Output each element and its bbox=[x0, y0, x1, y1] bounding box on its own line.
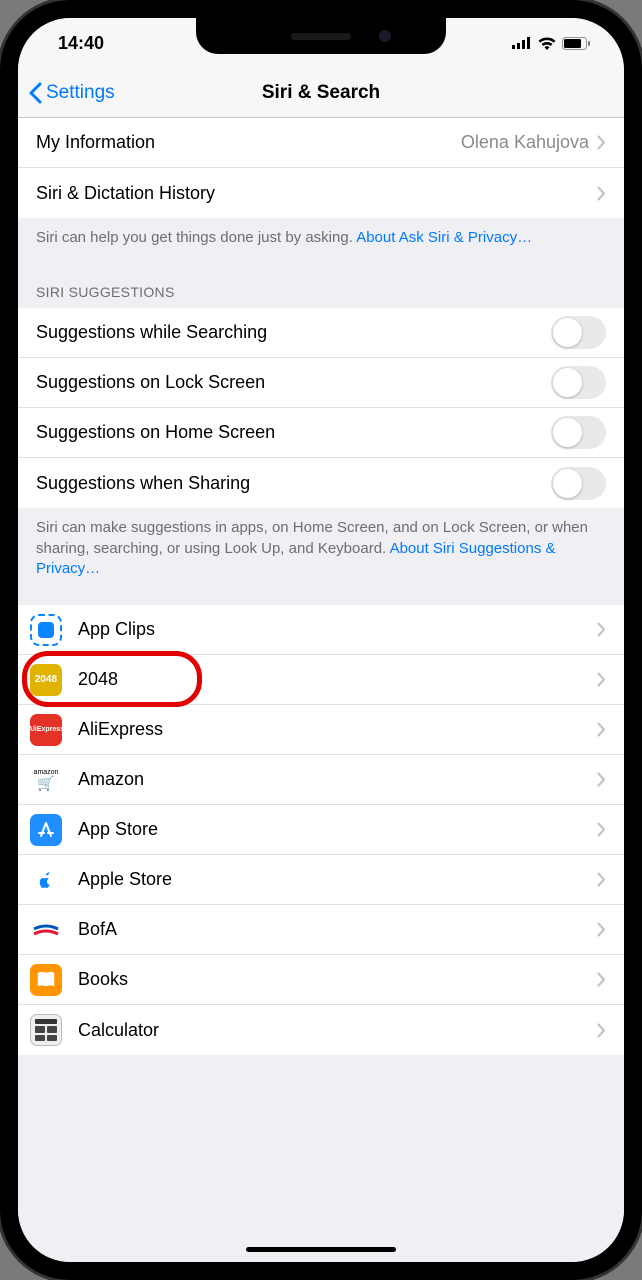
app-row-appclips[interactable]: App Clips bbox=[18, 605, 624, 655]
toggle-switch[interactable] bbox=[551, 467, 606, 500]
back-label: Settings bbox=[46, 82, 115, 104]
chevron-left-icon bbox=[28, 82, 42, 104]
toggle-switch[interactable] bbox=[551, 316, 606, 349]
app-row-apple[interactable]: Apple Store bbox=[18, 855, 624, 905]
ask-siri-footer-text: Siri can help you get things done just b… bbox=[36, 229, 356, 246]
app-row-label: Calculator bbox=[78, 1020, 589, 1041]
ask-siri-privacy-link[interactable]: About Ask Siri & Privacy… bbox=[356, 229, 532, 246]
bofa-app-icon bbox=[30, 914, 62, 946]
my-information-row[interactable]: My Information Olena Kahujova bbox=[18, 118, 624, 168]
app-row-ali[interactable]: AliExpress AliExpress bbox=[18, 705, 624, 755]
row-label: Suggestions on Home Screen bbox=[36, 422, 551, 443]
app-row-appstore[interactable]: App Store bbox=[18, 805, 624, 855]
chevron-right-icon bbox=[597, 186, 606, 201]
appclips-app-icon bbox=[30, 614, 62, 646]
app-row-calc[interactable]: Calculator bbox=[18, 1005, 624, 1055]
toggle-switch[interactable] bbox=[551, 416, 606, 449]
row-label: Suggestions when Sharing bbox=[36, 473, 551, 494]
chevron-right-icon bbox=[597, 872, 606, 887]
nav-bar: Settings Siri & Search bbox=[18, 68, 624, 118]
chevron-right-icon bbox=[597, 822, 606, 837]
ali-app-icon: AliExpress bbox=[30, 714, 62, 746]
screen: 14:40 Settings Siri & Search My Informat… bbox=[18, 18, 624, 1262]
row-label: Suggestions on Lock Screen bbox=[36, 372, 551, 393]
app-row-label: 2048 bbox=[78, 669, 589, 690]
cellular-icon bbox=[512, 37, 532, 49]
ask-siri-footer: Siri can help you get things done just b… bbox=[18, 218, 624, 262]
app-row-label: Books bbox=[78, 969, 589, 990]
chevron-right-icon bbox=[597, 672, 606, 687]
phone-device-frame: 14:40 Settings Siri & Search My Informat… bbox=[0, 0, 642, 1280]
info-group: My Information Olena Kahujova Siri & Dic… bbox=[18, 118, 624, 218]
app-row-label: App Clips bbox=[78, 619, 589, 640]
suggestions-group: Suggestions while Searching Suggestions … bbox=[18, 308, 624, 508]
toggle-switch[interactable] bbox=[551, 366, 606, 399]
chevron-right-icon bbox=[597, 922, 606, 937]
battery-icon bbox=[562, 37, 590, 50]
chevron-right-icon bbox=[597, 722, 606, 737]
siri-suggestions-header: SIRI SUGGESTIONS bbox=[18, 262, 624, 308]
chevron-right-icon bbox=[597, 972, 606, 987]
app-row-label: Apple Store bbox=[78, 869, 589, 890]
2048-app-icon: 2048 bbox=[30, 664, 62, 696]
apple-app-icon bbox=[30, 864, 62, 896]
apps-group: App Clips 2048 2048 AliExpress AliExpress ama… bbox=[18, 605, 624, 1055]
my-information-label: My Information bbox=[36, 132, 461, 153]
suggestions-homescreen-row[interactable]: Suggestions on Home Screen bbox=[18, 408, 624, 458]
home-indicator[interactable] bbox=[246, 1247, 396, 1252]
chevron-right-icon bbox=[597, 135, 606, 150]
app-row-label: BofA bbox=[78, 919, 589, 940]
back-button[interactable]: Settings bbox=[18, 82, 115, 104]
chevron-right-icon bbox=[597, 772, 606, 787]
suggestions-lockscreen-row[interactable]: Suggestions on Lock Screen bbox=[18, 358, 624, 408]
amazon-app-icon: amazon🛒 bbox=[30, 764, 62, 796]
suggestions-searching-row[interactable]: Suggestions while Searching bbox=[18, 308, 624, 358]
notch bbox=[196, 18, 446, 54]
wifi-icon bbox=[538, 37, 556, 50]
my-information-value: Olena Kahujova bbox=[461, 132, 589, 153]
app-row-2048[interactable]: 2048 2048 bbox=[18, 655, 624, 705]
row-label: Suggestions while Searching bbox=[36, 322, 551, 343]
siri-history-label: Siri & Dictation History bbox=[36, 183, 589, 204]
app-row-label: App Store bbox=[78, 819, 589, 840]
app-row-label: Amazon bbox=[78, 769, 589, 790]
app-row-amazon[interactable]: amazon🛒 Amazon bbox=[18, 755, 624, 805]
settings-content[interactable]: My Information Olena Kahujova Siri & Dic… bbox=[18, 118, 624, 1262]
siri-history-row[interactable]: Siri & Dictation History bbox=[18, 168, 624, 218]
status-icons bbox=[512, 37, 590, 50]
suggestions-footer: Siri can make suggestions in apps, on Ho… bbox=[18, 508, 624, 605]
app-row-label: AliExpress bbox=[78, 719, 589, 740]
calc-app-icon bbox=[30, 1014, 62, 1046]
books-app-icon bbox=[30, 964, 62, 996]
app-row-books[interactable]: Books bbox=[18, 955, 624, 1005]
chevron-right-icon bbox=[597, 1023, 606, 1038]
appstore-app-icon bbox=[30, 814, 62, 846]
suggestions-sharing-row[interactable]: Suggestions when Sharing bbox=[18, 458, 624, 508]
status-time: 14:40 bbox=[58, 33, 104, 54]
app-row-bofa[interactable]: BofA bbox=[18, 905, 624, 955]
chevron-right-icon bbox=[597, 622, 606, 637]
